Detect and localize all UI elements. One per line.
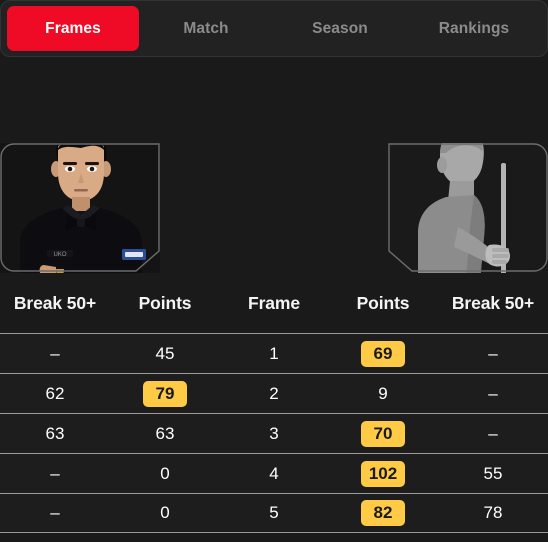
cell-left-break: –: [50, 343, 60, 363]
table-row[interactable]: 62 79 2 9 –: [0, 373, 548, 413]
right-points-value: 9: [378, 383, 388, 403]
cell-right-points: 70: [328, 420, 438, 447]
tab-frames[interactable]: Frames: [7, 6, 139, 51]
cell-left-break: 63: [45, 423, 65, 443]
cell-frame-number: 4: [269, 463, 279, 483]
frames-screen: Frames Match Season Rankings UKO Break 5…: [0, 0, 548, 542]
tab-season-label: Season: [312, 19, 368, 37]
player-right-avatar[interactable]: [388, 143, 548, 273]
right-points-badge: 70: [361, 420, 405, 447]
cell-right-points: 82: [328, 500, 438, 526]
left-points-value: 63: [155, 423, 175, 443]
right-points-badge: 69: [361, 340, 405, 367]
table-row[interactable]: – 45 1 69 –: [0, 333, 548, 373]
tab-bar: Frames Match Season Rankings: [0, 0, 548, 57]
header-left-points: Points: [138, 292, 192, 313]
tab-season[interactable]: Season: [273, 6, 407, 51]
header-left-break: Break 50+: [13, 292, 97, 313]
player-left-avatar[interactable]: UKO: [0, 143, 160, 273]
tab-match-label: Match: [183, 19, 229, 37]
cell-right-break: –: [488, 343, 498, 363]
header-right-points: Points: [356, 292, 410, 313]
cell-right-break: 55: [483, 463, 503, 483]
cell-frame-number: 1: [269, 343, 279, 363]
left-player-portrait-icon: UKO: [0, 143, 160, 273]
player-right-placeholder: [388, 143, 548, 273]
cell-left-points: 0: [110, 464, 220, 484]
right-points-badge: 82: [361, 500, 405, 526]
header-right-break: Break 50+: [451, 292, 535, 313]
cell-right-points: 9: [328, 384, 438, 404]
cell-frame-number: 3: [269, 423, 279, 443]
cell-right-break: 78: [483, 503, 503, 522]
tab-frames-label: Frames: [45, 19, 101, 37]
table-header-row: Break 50+ Points Frame Points Break 50+: [0, 273, 548, 333]
left-points-value: 45: [155, 343, 175, 363]
left-points-value: 0: [160, 463, 170, 483]
left-points-value: 0: [160, 503, 170, 522]
tab-rankings[interactable]: Rankings: [407, 6, 541, 51]
cell-frame-number: 5: [269, 503, 279, 522]
table-row[interactable]: 63 63 3 70 –: [0, 413, 548, 453]
table-row[interactable]: – 0 4 102 55: [0, 453, 548, 493]
tab-match[interactable]: Match: [139, 6, 273, 51]
cell-left-points: 79: [110, 380, 220, 407]
cell-left-break: 62: [45, 383, 65, 403]
player-left-photo: UKO: [0, 143, 160, 273]
cell-frame-number: 2: [269, 383, 279, 403]
players-row: UKO: [0, 57, 548, 273]
player-silhouette-icon: [388, 143, 548, 273]
cell-right-points: 69: [328, 340, 438, 367]
cell-right-break: –: [488, 423, 498, 443]
table-row[interactable]: – 0 5 82 78: [0, 493, 548, 533]
tab-rankings-label: Rankings: [438, 19, 510, 37]
cell-right-break: –: [488, 383, 498, 403]
cell-left-points: 0: [110, 503, 220, 523]
cell-right-points: 102: [328, 460, 438, 487]
right-points-badge: 102: [360, 460, 406, 487]
cell-left-break: –: [50, 503, 60, 522]
frames-score-table: Break 50+ Points Frame Points Break 50+ …: [0, 273, 548, 533]
cell-left-break: –: [50, 463, 60, 483]
cell-left-points: 63: [110, 424, 220, 444]
svg-text:UKO: UKO: [53, 252, 66, 258]
left-points-badge: 79: [143, 380, 187, 407]
header-frame: Frame: [247, 292, 301, 313]
cell-left-points: 45: [110, 344, 220, 364]
